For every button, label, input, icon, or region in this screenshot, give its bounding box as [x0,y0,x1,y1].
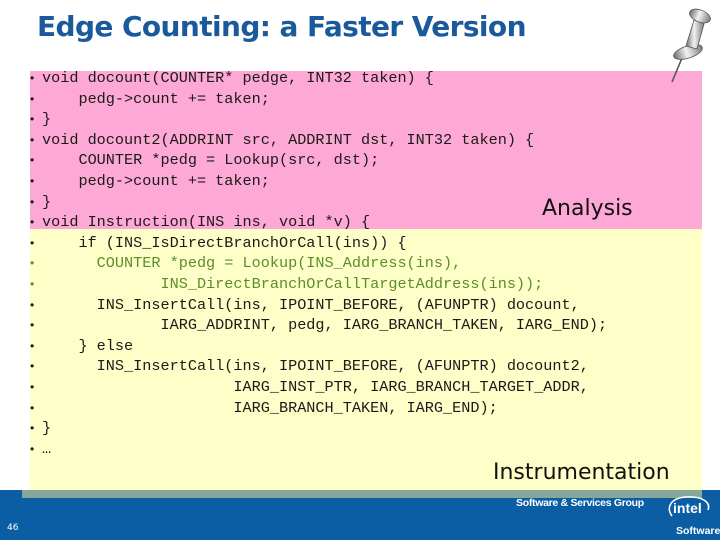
code-line: • IARG_BRANCH_TAKEN, IARG_END); [30,398,607,419]
footer-group-label: Software & Services Group [516,497,644,509]
code-line: •} [30,418,607,439]
bullet-icon: • [30,297,35,312]
code-listing: • void docount(COUNTER* pedge, INT32 take… [30,68,607,459]
code-line: •} [30,192,607,213]
bullet-icon: • [30,215,35,230]
intel-logo-text: intel [673,500,702,516]
bullet-icon: • [30,359,35,374]
code-line: • if (INS_IsDirectBranchOrCall(ins)) { [30,233,607,254]
bullet-icon: • [30,91,35,106]
code-text: } [42,192,52,211]
code-text: COUNTER *pedg = Lookup(src, dst); [42,151,380,170]
code-line: • INS_DirectBranchOrCallTargetAddress(in… [30,274,607,295]
code-text: if (INS_IsDirectBranchOrCall(ins)) { [42,233,407,252]
intel-logo: intel [668,496,710,517]
bullet-icon: • [30,112,35,127]
code-text: } [42,110,52,129]
code-line: • pedg->count += taken; [30,171,607,192]
bullet-icon: • [30,441,35,456]
code-line: • pedg->count += taken; [30,89,607,110]
slide-title: Edge Counting: a Faster Version [37,10,527,43]
code-text: } [42,419,52,438]
code-text: INS_InsertCall(ins, IPOINT_BEFORE, (AFUN… [42,357,589,376]
bullet-icon: • [30,153,35,168]
code-line: • } else [30,336,607,357]
code-line: • COUNTER *pedg = Lookup(INS_Address(ins… [30,253,607,274]
bullet-icon: • [30,318,35,333]
bullet-icon: • [30,132,35,147]
code-text: INS_InsertCall(ins, IPOINT_BEFORE, (AFUN… [42,295,580,314]
code-text: } else [42,336,134,355]
bullet-icon: • [30,194,35,209]
code-text: void Instruction(INS ins, void *v) { [42,213,371,232]
code-text: pedg->count += taken; [42,89,270,108]
code-text: IARG_ADDRINT, pedg, IARG_BRANCH_TAKEN, I… [42,316,608,335]
code-text: INS_DirectBranchOrCallTargetAddress(ins)… [42,274,544,293]
code-line: • void docount2(ADDRINT src, ADDRINT dst,… [30,130,607,151]
bullet-icon: • [30,276,35,291]
bullet-icon: • [30,379,35,394]
code-line: • INS_InsertCall(ins, IPOINT_BEFORE, (AF… [30,356,607,377]
code-text: IARG_INST_PTR, IARG_BRANCH_TARGET_ADDR, [42,377,589,396]
intel-software-label: Software [676,525,720,537]
bullet-icon: • [30,256,35,271]
code-line: • IARG_ADDRINT, pedg, IARG_BRANCH_TAKEN,… [30,315,607,336]
bullet-icon: • [30,400,35,415]
code-line: • COUNTER *pedg = Lookup(src, dst); [30,150,607,171]
code-text: pedg->count += taken; [42,171,270,190]
code-line: •… [30,439,607,460]
pushpin-icon [671,8,711,83]
code-line: • INS_InsertCall(ins, IPOINT_BEFORE, (AF… [30,295,607,316]
bullet-icon: • [30,421,35,436]
code-text: … [42,439,52,458]
code-line: • void Instruction(INS ins, void *v) { [30,212,607,233]
instrumentation-label: Instrumentation [493,460,670,485]
bullet-icon: • [30,338,35,353]
analysis-label: Analysis [542,196,633,221]
bullet-icon: • [30,235,35,250]
code-line: • void docount(COUNTER* pedge, INT32 take… [30,68,607,89]
code-line: • IARG_INST_PTR, IARG_BRANCH_TARGET_ADDR… [30,377,607,398]
code-text: void docount(COUNTER* pedge, INT32 taken… [42,69,434,87]
code-text: COUNTER *pedg = Lookup(INS_Address(ins), [42,254,462,273]
bullet-icon: • [30,71,35,85]
code-line: •} [30,109,607,130]
bullet-icon: • [30,173,35,188]
code-text: IARG_BRANCH_TAKEN, IARG_END); [42,398,498,417]
code-text: void docount2(ADDRINT src, ADDRINT dst, … [42,130,535,149]
page-number: 46 [7,523,19,533]
